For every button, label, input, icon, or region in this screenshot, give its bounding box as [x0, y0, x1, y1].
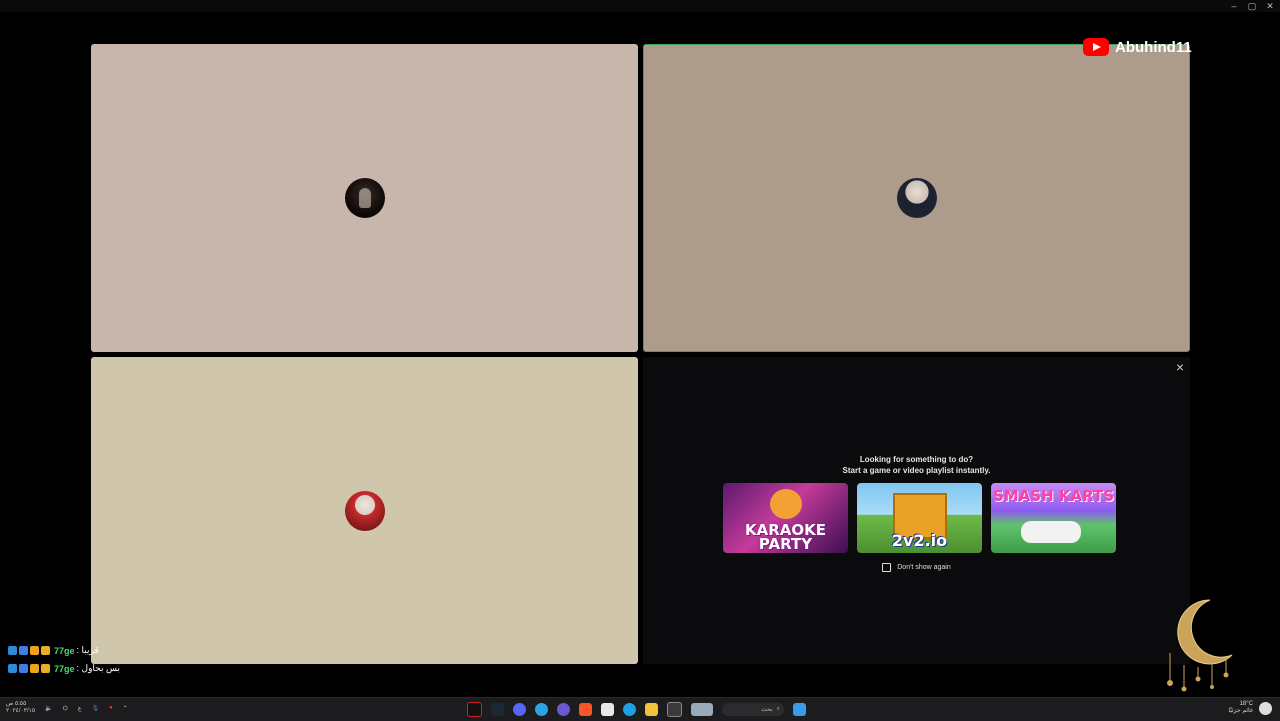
weather-temperature: 18°C: [1239, 701, 1253, 707]
clock-time: ٥:٥٥ ص: [6, 701, 27, 707]
search-input[interactable]: بحث ⌕: [722, 703, 784, 716]
taskbar: ٥:٥٥ ص ٢٠٢٤/٠٣/١٥ 🔈 ⌬ ع 🎙 ● ⌃ بحث ⌕ 18°C…: [0, 697, 1280, 721]
badge-icon: [41, 646, 50, 655]
badge-icon: [41, 664, 50, 673]
wifi-icon[interactable]: ⌬: [63, 705, 68, 712]
app-icon[interactable]: [601, 703, 614, 716]
chat-username: 77ge: [54, 663, 75, 674]
close-icon[interactable]: ×: [1176, 359, 1184, 375]
brave-icon[interactable]: [579, 703, 592, 716]
weather-icon: [1259, 701, 1272, 715]
recording-icon[interactable]: ●: [109, 705, 113, 711]
clock-date: ٢٠٢٤/٠٣/١٥: [6, 708, 36, 714]
microphone-icon[interactable]: 🎙: [91, 705, 99, 712]
chat-message: 77ge : بس بحاول: [8, 663, 120, 674]
activity-suggestions-panel: × Looking for something to do? Start a g…: [643, 357, 1190, 664]
edge-icon[interactable]: [623, 703, 636, 716]
participant-avatar: [896, 178, 937, 218]
channel-name: Abuhind11: [1115, 38, 1192, 56]
badge-icon: [19, 664, 28, 673]
badge-icon: [30, 664, 39, 673]
participant-tile-2-speaking[interactable]: [643, 44, 1190, 352]
activity-prompt-title: Looking for something to do?: [859, 455, 974, 464]
speaker-icon[interactable]: 🔈: [45, 705, 52, 712]
file-explorer-icon[interactable]: [645, 703, 658, 716]
title-bar: – ▢ ✕: [0, 0, 1280, 12]
app-icon[interactable]: [667, 702, 682, 717]
search-icon: ⌕: [776, 706, 780, 712]
cat-mascot-icon: [770, 489, 802, 519]
widget-icon[interactable]: [691, 703, 713, 716]
chat-message: 77ge : قريبا: [8, 645, 99, 656]
taskbar-apps: بحث ⌕: [467, 702, 806, 717]
taskbar-clock[interactable]: ٥:٥٥ ص ٢٠٢٤/٠٣/١٥: [6, 701, 35, 715]
dont-show-again-label: Don't show again: [897, 564, 951, 571]
kart-icon: [1021, 521, 1081, 543]
smash-karts-thumbnail[interactable]: SMASH KARTS: [991, 483, 1116, 553]
badge-icon: [8, 664, 17, 673]
app-icon[interactable]: [467, 702, 482, 717]
minimize-button[interactable]: –: [1228, 0, 1240, 12]
window-controls: – ▢ ✕: [1228, 0, 1276, 12]
game-title: KARAOKE PARTY: [744, 521, 826, 553]
game-title: SMASH KARTS: [992, 487, 1115, 505]
participant-avatar: [344, 490, 385, 531]
participant-tile-1[interactable]: [91, 44, 638, 352]
badge-icon: [19, 646, 28, 655]
chat-text: : قريبا: [76, 645, 99, 655]
activity-games-list: KARAOKE PARTY 2v2.io SMASH KARTS: [723, 483, 1116, 553]
karaoke-party-thumbnail[interactable]: KARAOKE PARTY: [723, 483, 848, 553]
participant-avatar: [344, 178, 385, 218]
participant-tile-3[interactable]: [91, 357, 638, 664]
windows-start-icon[interactable]: [793, 703, 806, 716]
game-title: 2v2.io: [891, 531, 948, 550]
telegram-icon[interactable]: [535, 703, 548, 716]
close-window-button[interactable]: ✕: [1264, 0, 1276, 12]
crescent-moon-decoration-icon: [1167, 599, 1233, 692]
dont-show-again-option[interactable]: Don't show again: [643, 563, 1190, 572]
weather-condition: غائم جزئيًا: [1228, 708, 1253, 714]
badge-icon: [8, 646, 17, 655]
chevron-up-icon[interactable]: ⌃: [123, 705, 128, 712]
chat-text: : بس بحاول: [76, 663, 120, 673]
taskbar-left-area: ٥:٥٥ ص ٢٠٢٤/٠٣/١٥ 🔈 ⌬ ع 🎙 ● ⌃: [6, 701, 128, 715]
steam-icon[interactable]: [491, 703, 504, 716]
youtube-icon: [1083, 38, 1109, 56]
maximize-button[interactable]: ▢: [1246, 0, 1258, 12]
activity-prompt-subtitle: Start a game or video playlist instantly…: [842, 466, 991, 475]
2v2io-thumbnail[interactable]: 2v2.io: [857, 483, 982, 553]
channel-watermark: Abuhind11: [1083, 38, 1192, 56]
discord-icon[interactable]: [513, 703, 526, 716]
dont-show-again-checkbox[interactable]: [882, 563, 892, 572]
taskbar-weather[interactable]: 18°C غائم جزئيًا: [1228, 701, 1272, 715]
search-placeholder: بحث: [761, 707, 773, 713]
badge-icon: [30, 646, 39, 655]
chat-app-icon[interactable]: [557, 703, 570, 716]
language-icon[interactable]: ع: [78, 705, 82, 712]
chat-username: 77ge: [54, 645, 75, 656]
